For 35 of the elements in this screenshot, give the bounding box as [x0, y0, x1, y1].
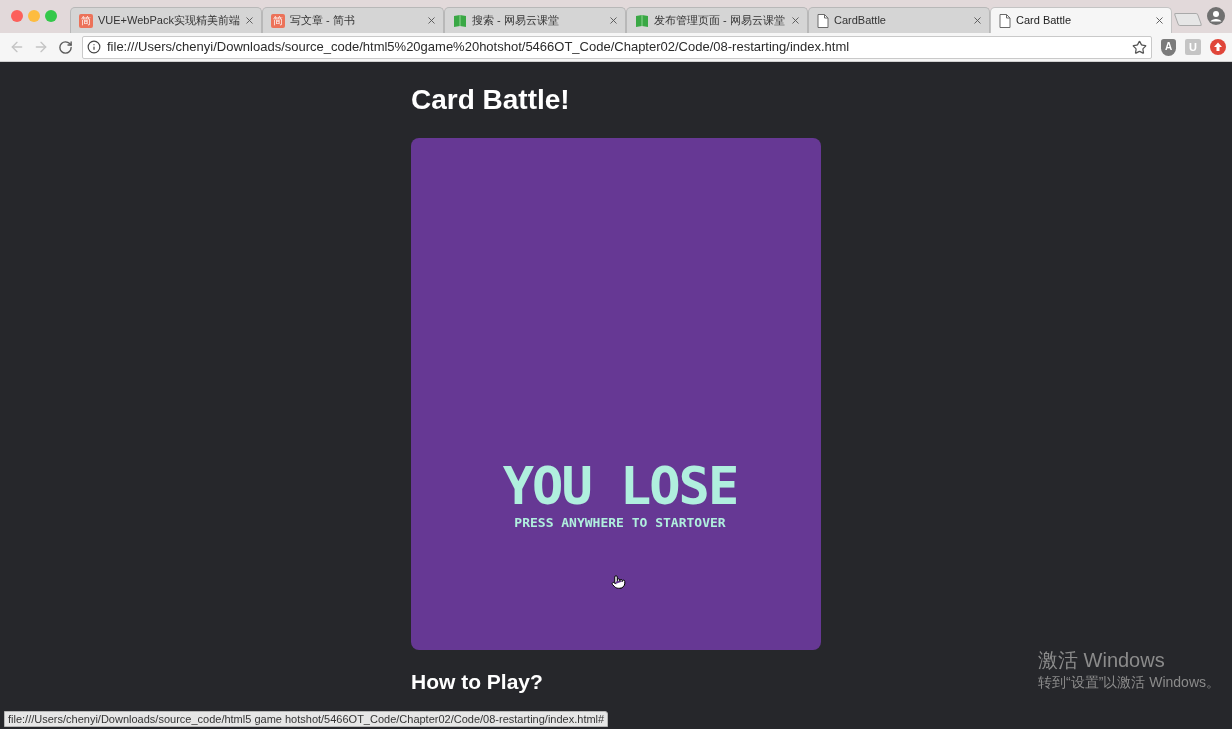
browser-tab[interactable]: Card Battle — [990, 7, 1172, 33]
activation-title: 激活 Windows — [1038, 648, 1166, 672]
site-logo-icon: 简 — [79, 13, 93, 28]
section-heading: How to Play? — [411, 669, 544, 695]
close-icon[interactable] — [608, 15, 619, 26]
document-icon — [817, 13, 829, 28]
close-icon[interactable] — [790, 15, 801, 26]
document-icon — [999, 13, 1011, 28]
page-heading: Card Battle! — [411, 83, 571, 117]
close-icon[interactable] — [1154, 15, 1165, 26]
shield-extension-button[interactable]: A — [1161, 38, 1176, 56]
game-over-title: YOU LOSE — [502, 464, 738, 508]
close-icon[interactable] — [244, 15, 255, 26]
browser-tab[interactable]: 搜索 - 网易云课堂 — [444, 7, 626, 33]
reload-button[interactable] — [58, 39, 73, 55]
profile-icon[interactable] — [1207, 6, 1225, 25]
game-canvas[interactable]: YOU LOSE PRESS ANYWHERE TO STARTOVER — [411, 138, 821, 650]
info-icon[interactable] — [87, 40, 101, 54]
hand-cursor-icon — [611, 574, 626, 590]
close-icon[interactable] — [972, 15, 983, 26]
restart-hint: PRESS ANYWHERE TO STARTOVER — [514, 516, 726, 530]
activation-message: 转到“设置”以激活 Windows。 — [1038, 673, 1220, 692]
browser-tab[interactable]: 发布管理页面 - 网易云课堂 — [626, 7, 808, 33]
site-logo-icon: 简 — [271, 13, 285, 28]
book-icon — [635, 13, 649, 28]
browser-tab[interactable]: 简 写文章 - 简书 — [262, 7, 444, 33]
close-icon[interactable] — [426, 15, 437, 26]
arrow-up-circle-icon[interactable] — [1210, 39, 1226, 55]
close-window-icon[interactable] — [11, 10, 23, 22]
address-bar[interactable]: file:///Users/chenyi/Downloads/source_code/html5%20game%20hotshot/5466OT_Code/Chapter02/Code/08-restarting/index.html — [82, 35, 1152, 59]
status-bar: file:///Users/chenyi/Downloads/source_code/html5 game hotshot/5466OT_Code/Chapter02/Code/08-restarting/index.html# — [4, 711, 609, 727]
browser-tab[interactable]: CardBattle — [808, 7, 990, 33]
book-icon — [453, 13, 467, 28]
bookmark-star-icon[interactable] — [1132, 39, 1147, 55]
browser-tab[interactable]: 简 VUE+WebPack实现精美前端 — [70, 7, 262, 33]
